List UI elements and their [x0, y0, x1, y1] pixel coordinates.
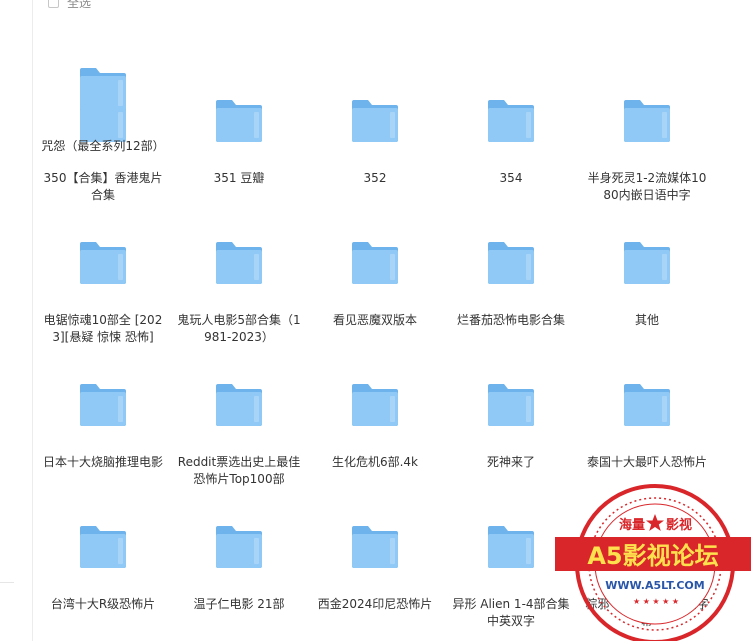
folder-item[interactable]: 352: [307, 32, 443, 185]
folder-item[interactable]: 日本十大烧脑推理电影: [35, 316, 171, 469]
folder-item[interactable]: 烂番茄恐怖电影合集: [443, 174, 579, 327]
folder-icon[interactable]: [214, 98, 264, 144]
folder-item[interactable]: 看见恶魔双版本: [307, 174, 443, 327]
folder-item[interactable]: 电锯惊魂10部全 [2023][悬疑 惊悚 恐怖]: [35, 174, 171, 344]
folder-item[interactable]: 温子仁电影 21部: [171, 458, 307, 611]
folder-icon[interactable]: [622, 382, 672, 428]
folder-icon[interactable]: [486, 240, 536, 286]
folder-item[interactable]: 台湾十大R级恐怖片: [35, 458, 171, 611]
folder-item[interactable]: 354: [443, 32, 579, 185]
folder-item[interactable]: 死神来了: [443, 316, 579, 469]
folder-icon[interactable]: [78, 524, 128, 570]
sidebar-divider: [0, 582, 14, 583]
folder-icon[interactable]: [486, 382, 536, 428]
folder-icon[interactable]: [622, 240, 672, 286]
folder-item[interactable]: 西金2024印尼恐怖片: [307, 458, 443, 611]
folder-icon[interactable]: [214, 240, 264, 286]
folder-name: 台湾十大R级恐怖片: [50, 597, 156, 611]
folder-icon[interactable]: [78, 66, 128, 112]
folder-icon[interactable]: [486, 98, 536, 144]
folder-item[interactable]: 其他: [579, 174, 715, 327]
left-sidebar-edge: [0, 0, 33, 641]
folder-icon[interactable]: [350, 382, 400, 428]
folder-icon[interactable]: [622, 98, 672, 144]
folder-item[interactable]: 泰国十大最吓人恐怖片: [579, 316, 715, 469]
svg-text:★ ★ ★ ★ ★: ★ ★ ★ ★ ★: [633, 597, 679, 606]
folder-item[interactable]: 鬼玩人电影5部合集（1981-2023）: [171, 174, 307, 344]
folder-item[interactable]: 351 豆瓣: [171, 32, 307, 185]
watermark-title: A5影视论坛: [587, 542, 718, 570]
folder-item[interactable]: Reddit票选出史上最佳恐怖片Top100部: [171, 316, 307, 486]
folder-icon[interactable]: [214, 382, 264, 428]
folder-icon[interactable]: [350, 98, 400, 144]
watermark-url: WWW.A5LT.COM: [605, 579, 704, 592]
watermark-top-left-text: 海量: [619, 517, 645, 533]
folder-icon[interactable]: [214, 524, 264, 570]
folder-name: 西金2024印尼恐怖片: [317, 597, 433, 611]
folder-icon[interactable]: [486, 524, 536, 570]
watermark-stamp: 海量 影视 A5影视论坛 WWW.A5LT.COM ★ ★ ★ ★ ★: [553, 482, 753, 641]
folder-name: 咒怨（最全系列12部）: [41, 139, 165, 153]
folder-icon[interactable]: [78, 382, 128, 428]
folder-icon[interactable]: [350, 240, 400, 286]
folder-icon[interactable]: [350, 524, 400, 570]
watermark-top-right-text: 影视: [666, 517, 692, 533]
folder-item[interactable]: 咒怨（最全系列12部）: [35, 0, 171, 153]
folder-item[interactable]: 生化危机6部.4k: [307, 316, 443, 469]
folder-name: 温子仁电影 21部: [193, 597, 285, 611]
folder-icon[interactable]: [78, 240, 128, 286]
folder-item[interactable]: 半身死灵1-2流媒体1080内嵌日语中字: [579, 32, 715, 202]
